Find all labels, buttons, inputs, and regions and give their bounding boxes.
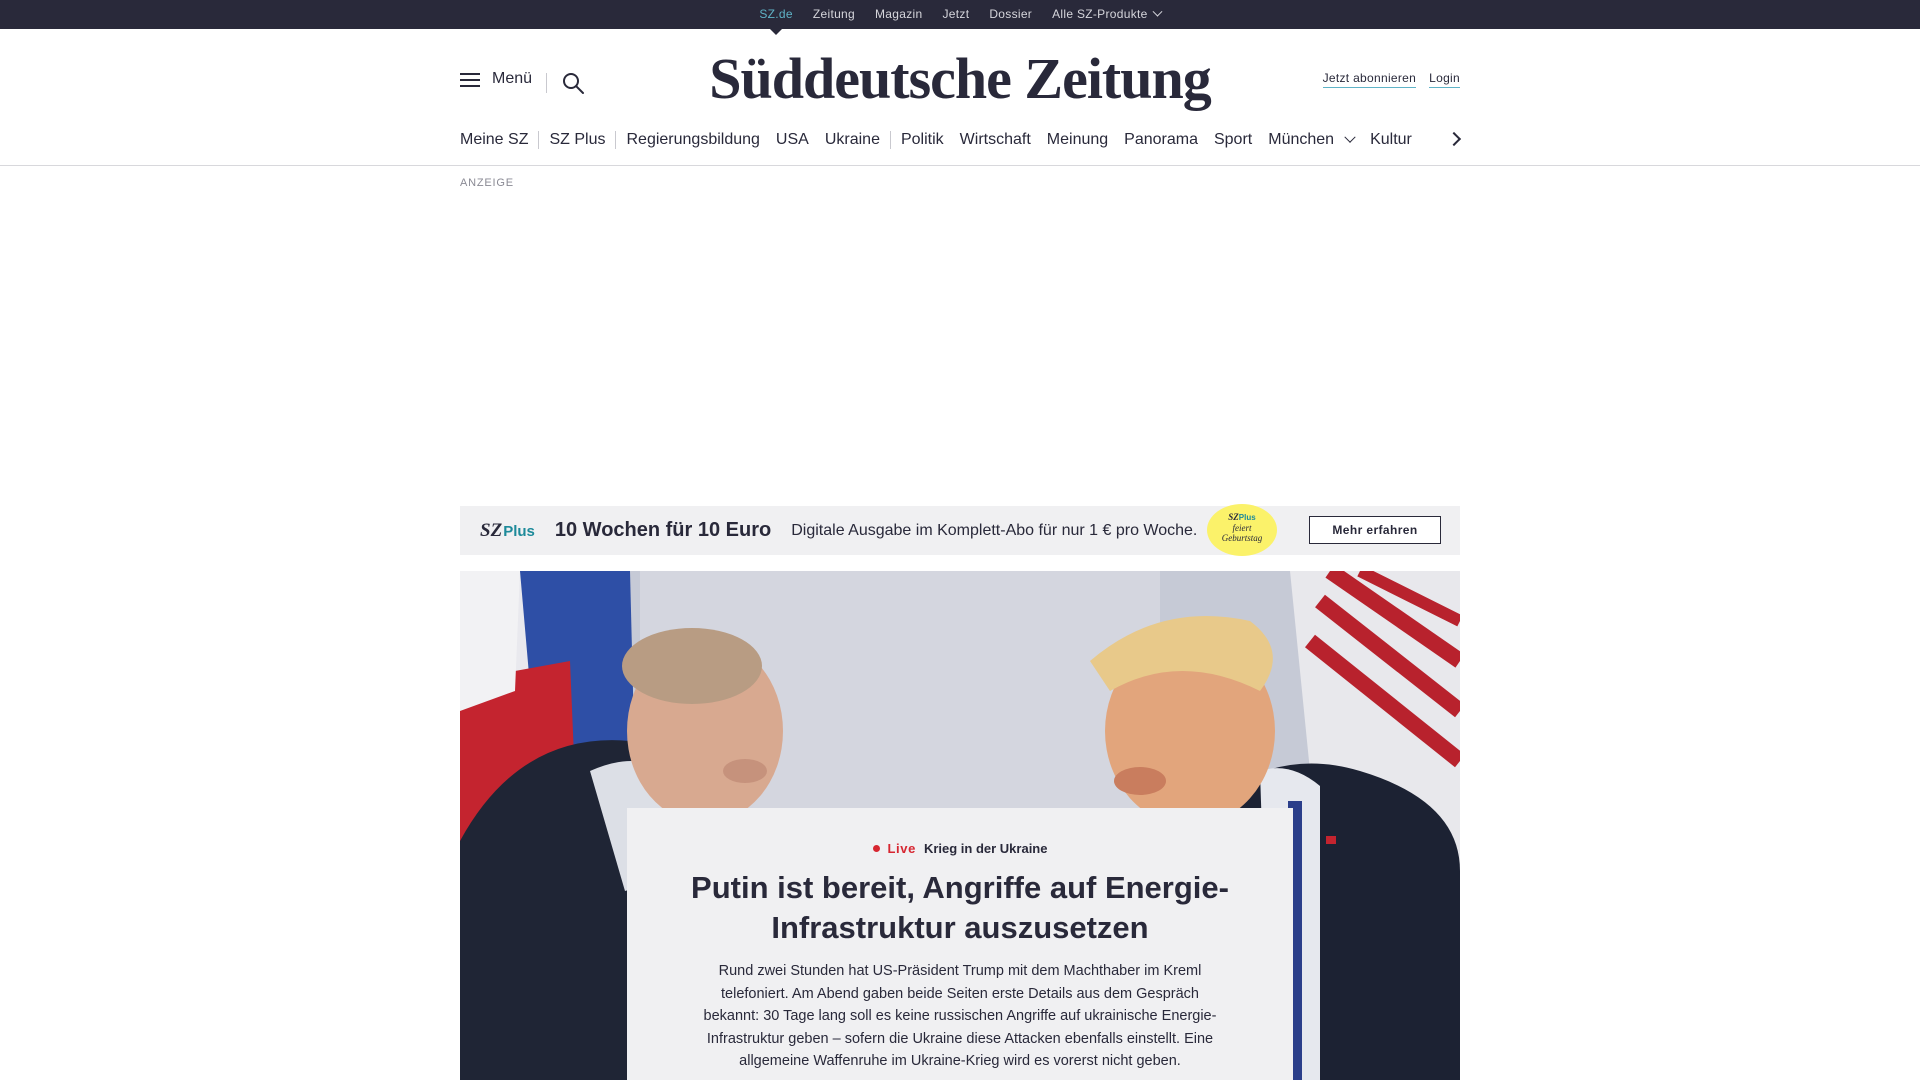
nav-item-panorama[interactable]: Panorama — [1124, 131, 1198, 149]
nav-item-muenchen[interactable]: München — [1268, 131, 1356, 149]
nav-item-kultur[interactable]: Kultur — [1370, 131, 1412, 149]
account-links: Jetzt abonnieren Login — [1322, 71, 1460, 88]
nav-divider-line — [0, 165, 1920, 166]
article-headline[interactable]: Putin ist bereit, Angriffe auf Energie-I… — [680, 868, 1240, 948]
product-link-magazin[interactable]: Magazin — [865, 0, 932, 29]
logo-container: Süddeutsche Zeitung — [0, 45, 1920, 112]
nav-item-sport[interactable]: Sport — [1214, 131, 1252, 149]
nav-item-regierungsbildung[interactable]: Regierungsbildung — [626, 131, 759, 149]
live-dot-icon — [872, 845, 880, 852]
product-link-sz-de[interactable]: SZ.de — [749, 0, 803, 35]
nav-item-usa[interactable]: USA — [776, 131, 809, 149]
site-logo[interactable]: Süddeutsche Zeitung — [709, 46, 1212, 111]
article-summary: Rund zwei Stunden hat US-Präsident Trump… — [703, 963, 1217, 1069]
birthday-badge: SZPlus feiert Geburtstag — [1207, 504, 1277, 556]
subscribe-link[interactable]: Jetzt abonnieren — [1322, 71, 1417, 88]
product-bar: SZ.de Zeitung Magazin Jetzt Dossier Alle… — [0, 0, 1920, 35]
nav-item-ukraine[interactable]: Ukraine — [825, 131, 880, 149]
product-dropdown-all[interactable]: Alle SZ-Produkte — [1042, 0, 1171, 29]
nav-item-meinung[interactable]: Meinung — [1047, 131, 1108, 149]
article-kicker: Live Krieg in der Ukraine — [627, 841, 1293, 856]
chevron-down-icon — [1152, 6, 1163, 17]
sz-plus-promo-banner: SZPlus 10 Wochen für 10 Euro Digitale Au… — [460, 504, 1460, 556]
live-badge: Live — [887, 841, 916, 856]
mehr-erfahren-button[interactable]: Mehr erfahren — [1309, 516, 1441, 544]
article-topic: Krieg in der Ukraine — [923, 841, 1048, 856]
product-link-jetzt[interactable]: Jetzt — [932, 0, 979, 29]
nav-item-muenchen-label: München — [1268, 131, 1335, 148]
product-link-dossier[interactable]: Dossier — [979, 0, 1042, 29]
product-dropdown-label: Alle SZ-Produkte — [1052, 7, 1148, 21]
nav-item-meine-sz[interactable]: Meine SZ — [460, 131, 528, 149]
login-link[interactable]: Login — [1429, 71, 1460, 88]
nav-item-wirtschaft[interactable]: Wirtschaft — [960, 131, 1031, 149]
product-link-zeitung[interactable]: Zeitung — [803, 0, 865, 29]
nav-item-politik[interactable]: Politik — [901, 131, 944, 149]
sz-plus-logo: SZPlus — [480, 519, 535, 541]
nav-divider — [615, 131, 617, 149]
promo-headline: 10 Wochen für 10 Euro — [554, 519, 772, 541]
nav-item-sz-plus[interactable]: SZ Plus — [549, 131, 605, 149]
lead-article-teaser[interactable]: Live Krieg in der Ukraine Putin ist bere… — [627, 808, 1293, 1080]
nav-divider — [889, 131, 891, 149]
chevron-down-icon — [1344, 131, 1356, 143]
ad-label: ANZEIGE — [460, 177, 514, 189]
nav-divider — [538, 131, 540, 149]
section-nav: Meine SZ SZ Plus Regierungsbildung USA U… — [460, 126, 1460, 154]
promo-subline: Digitale Ausgabe im Komplett-Abo für nur… — [791, 521, 1198, 539]
